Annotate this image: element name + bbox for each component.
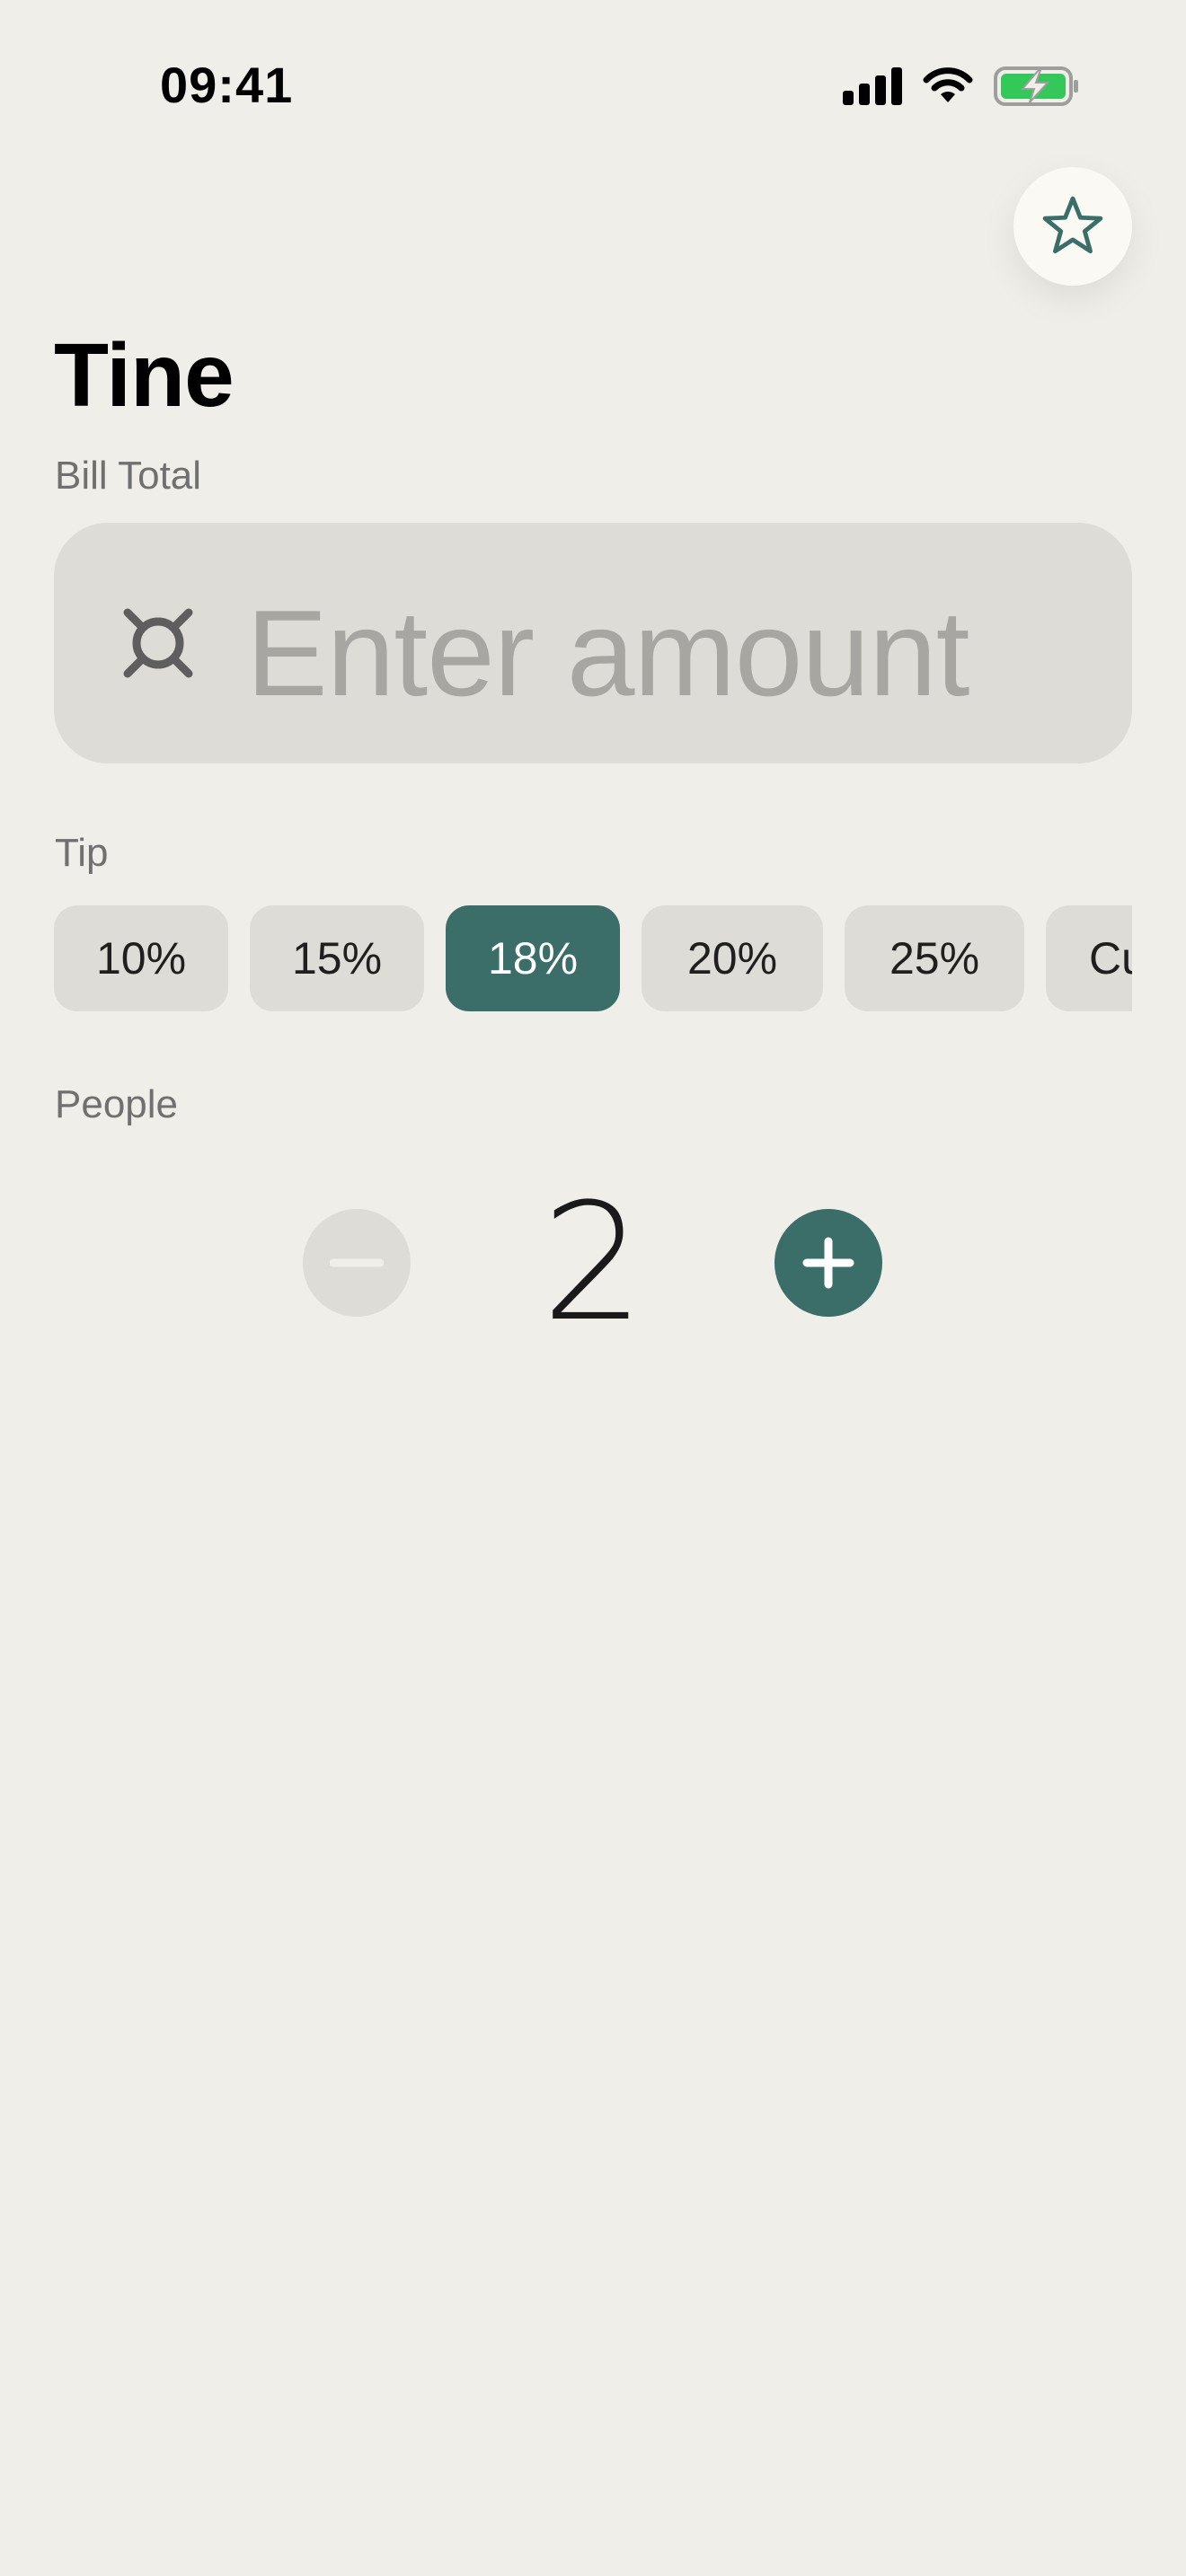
tip-option-15[interactable]: 15% — [250, 905, 424, 1011]
generic-currency-icon — [123, 608, 193, 678]
plus-icon — [802, 1237, 854, 1289]
page-title: Tine — [54, 325, 235, 426]
tip-option-custom[interactable]: Cu — [1046, 905, 1132, 1011]
favorite-button[interactable] — [1013, 167, 1132, 286]
tip-option-25[interactable]: 25% — [845, 905, 1024, 1011]
decrement-people-button[interactable] — [303, 1209, 411, 1317]
star-icon — [1042, 196, 1103, 254]
bill-amount-input[interactable]: Enter amount — [54, 523, 1132, 763]
tip-option-18-selected[interactable]: 18% — [446, 905, 620, 1011]
minus-icon — [330, 1258, 384, 1267]
bill-amount-placeholder: Enter amount — [246, 585, 969, 721]
tip-option-10[interactable]: 10% — [54, 905, 228, 1011]
increment-people-button[interactable] — [774, 1209, 882, 1317]
battery-charging-icon — [994, 66, 1078, 106]
status-time: 09:41 — [160, 57, 294, 113]
wifi-icon — [923, 67, 973, 102]
tip-option-20[interactable]: 20% — [642, 905, 823, 1011]
tip-label: Tip — [55, 831, 109, 875]
status-icons — [843, 65, 1080, 108]
people-label: People — [55, 1082, 179, 1126]
people-count: 2 — [541, 1169, 645, 1357]
bill-total-label: Bill Total — [55, 454, 202, 498]
cellular-signal-icon — [843, 67, 902, 105]
tip-options: 10% 15% 18% 20% 25% Cu — [54, 905, 1132, 1011]
tip-calculator-screen: 09:41 Tine Bill Total Enter amount Tip 1… — [0, 0, 1186, 2576]
